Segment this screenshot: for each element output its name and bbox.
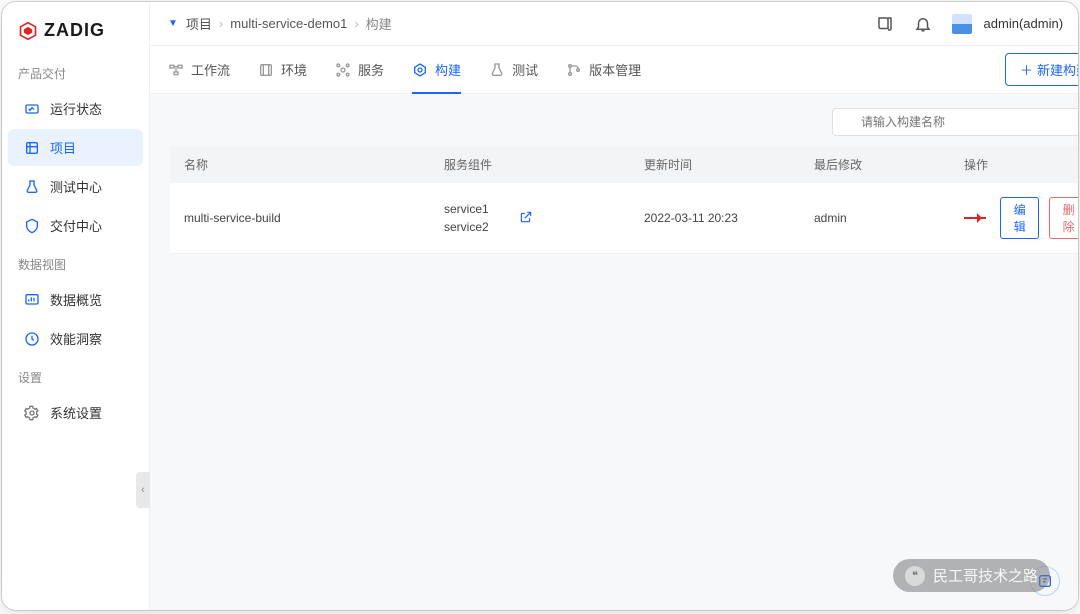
docs-icon[interactable] [876, 15, 894, 33]
table-header: 名称 服务组件 更新时间 最后修改 操作 [170, 146, 1078, 183]
tab-label: 测试 [512, 60, 538, 79]
cell-services: service1 service2 [444, 200, 644, 236]
cell-modifier: admin [814, 211, 964, 225]
plus-icon: ＋ [1020, 60, 1033, 79]
col-ops: 操作 [964, 156, 1078, 173]
tab-test[interactable]: 测试 [489, 46, 538, 93]
breadcrumb-item[interactable]: multi-service-demo1 [230, 16, 347, 31]
sidebar-item-label: 项目 [50, 138, 76, 157]
sidebar-item-test[interactable]: 测试中心 [8, 168, 143, 205]
sidebar-item-project[interactable]: 项目 [8, 129, 143, 166]
side-group-data: 数据视图 数据概览 效能洞察 [2, 246, 149, 357]
build-icon [412, 62, 428, 78]
tab-workflow[interactable]: 工作流 [168, 46, 230, 93]
user-name[interactable]: admin(admin) [984, 16, 1063, 31]
col-modifier: 最后修改 [814, 156, 964, 173]
side-group-title: 产品交付 [2, 55, 149, 88]
col-name: 名称 [184, 156, 444, 173]
side-group-title: 数据视图 [2, 246, 149, 279]
version-icon [566, 62, 582, 78]
insight-icon [24, 331, 40, 347]
overview-icon [24, 292, 40, 308]
sidebar: ZADIG 产品交付 运行状态 项目 测试中心 交付中心 数据视图 [2, 2, 150, 610]
topbar: ▼ 项目 › multi-service-demo1 › 构建 admin(ad… [150, 2, 1078, 46]
sidebar-item-label: 测试中心 [50, 177, 102, 196]
sidebar-item-label: 运行状态 [50, 99, 102, 118]
sidebar-item-delivery[interactable]: 交付中心 [8, 207, 143, 244]
side-group-title: 设置 [2, 359, 149, 392]
edit-button[interactable]: 编辑 [1000, 197, 1039, 239]
project-icon [24, 140, 40, 156]
zadig-logo-icon [18, 21, 38, 41]
sidebar-item-label: 交付中心 [50, 216, 102, 235]
breadcrumb-sep: › [219, 16, 223, 31]
delete-button[interactable]: 删除 [1049, 197, 1078, 239]
sidebar-item-label: 系统设置 [50, 403, 102, 422]
breadcrumb-dropdown-icon[interactable]: ▼ [168, 18, 178, 29]
tab-label: 版本管理 [589, 60, 641, 79]
new-build-button[interactable]: ＋ 新建构建 [1005, 53, 1078, 86]
test-icon [24, 179, 40, 195]
new-build-label: 新建构建 [1037, 60, 1078, 79]
brand-logo[interactable]: ZADIG [2, 14, 149, 55]
tab-version[interactable]: 版本管理 [566, 46, 641, 93]
search-input[interactable] [832, 108, 1078, 136]
sidebar-item-label: 效能洞察 [50, 329, 102, 348]
col-service: 服务组件 [444, 156, 644, 173]
settings-icon [24, 405, 40, 421]
side-group-delivery: 产品交付 运行状态 项目 测试中心 交付中心 [2, 55, 149, 244]
help-float-button[interactable] [1030, 566, 1060, 596]
tab-env[interactable]: 环境 [258, 46, 307, 93]
sidebar-item-settings[interactable]: 系统设置 [8, 394, 143, 431]
sidebar-item-insight[interactable]: 效能洞察 [8, 320, 143, 357]
sidebar-collapse-handle[interactable]: ‹ [136, 472, 150, 508]
annotation-arrow-icon [964, 217, 986, 219]
breadcrumb-sep: › [354, 16, 358, 31]
tab-label: 工作流 [191, 60, 230, 79]
tab-build[interactable]: 构建 [412, 46, 461, 93]
status-icon [24, 101, 40, 117]
env-icon [258, 62, 274, 78]
main-area: ▼ 项目 › multi-service-demo1 › 构建 admin(ad… [150, 2, 1078, 610]
breadcrumb-item-current: 构建 [366, 14, 392, 33]
delivery-icon [24, 218, 40, 234]
service-item: service2 [444, 218, 489, 236]
breadcrumb: 项目 › multi-service-demo1 › 构建 [186, 14, 868, 33]
breadcrumb-item[interactable]: 项目 [186, 14, 212, 33]
sidebar-item-overview[interactable]: 数据概览 [8, 281, 143, 318]
tab-label: 服务 [358, 60, 384, 79]
topbar-actions: admin(admin) ⋮ [876, 14, 1078, 34]
workflow-icon [168, 62, 184, 78]
tab-label: 环境 [281, 60, 307, 79]
brand-text: ZADIG [44, 20, 105, 41]
external-link-icon[interactable] [519, 210, 533, 227]
cell-name: multi-service-build [184, 211, 444, 225]
avatar[interactable] [952, 14, 972, 34]
build-table: 名称 服务组件 更新时间 最后修改 操作 multi-service-build… [170, 146, 1078, 254]
col-updated: 更新时间 [644, 156, 814, 173]
sidebar-item-label: 数据概览 [50, 290, 102, 309]
flask-icon [489, 62, 505, 78]
sidebar-item-status[interactable]: 运行状态 [8, 90, 143, 127]
cell-ops: 编辑 删除 [964, 197, 1078, 239]
service-item: service1 [444, 200, 489, 218]
tab-service[interactable]: 服务 [335, 46, 384, 93]
cell-updated: 2022-03-11 20:23 [644, 211, 814, 225]
bell-icon[interactable] [914, 15, 932, 33]
table-row: multi-service-build service1 service2 20… [170, 183, 1078, 254]
tab-label: 构建 [435, 60, 461, 79]
search-wrap: 🔍 [832, 108, 1078, 136]
side-group-settings: 设置 系统设置 [2, 359, 149, 431]
service-icon [335, 62, 351, 78]
content-area: 🔍 名称 服务组件 更新时间 最后修改 操作 multi-service-bui… [150, 94, 1078, 610]
project-tabs: 工作流 环境 服务 构建 测试 版本管理 [150, 46, 1078, 94]
